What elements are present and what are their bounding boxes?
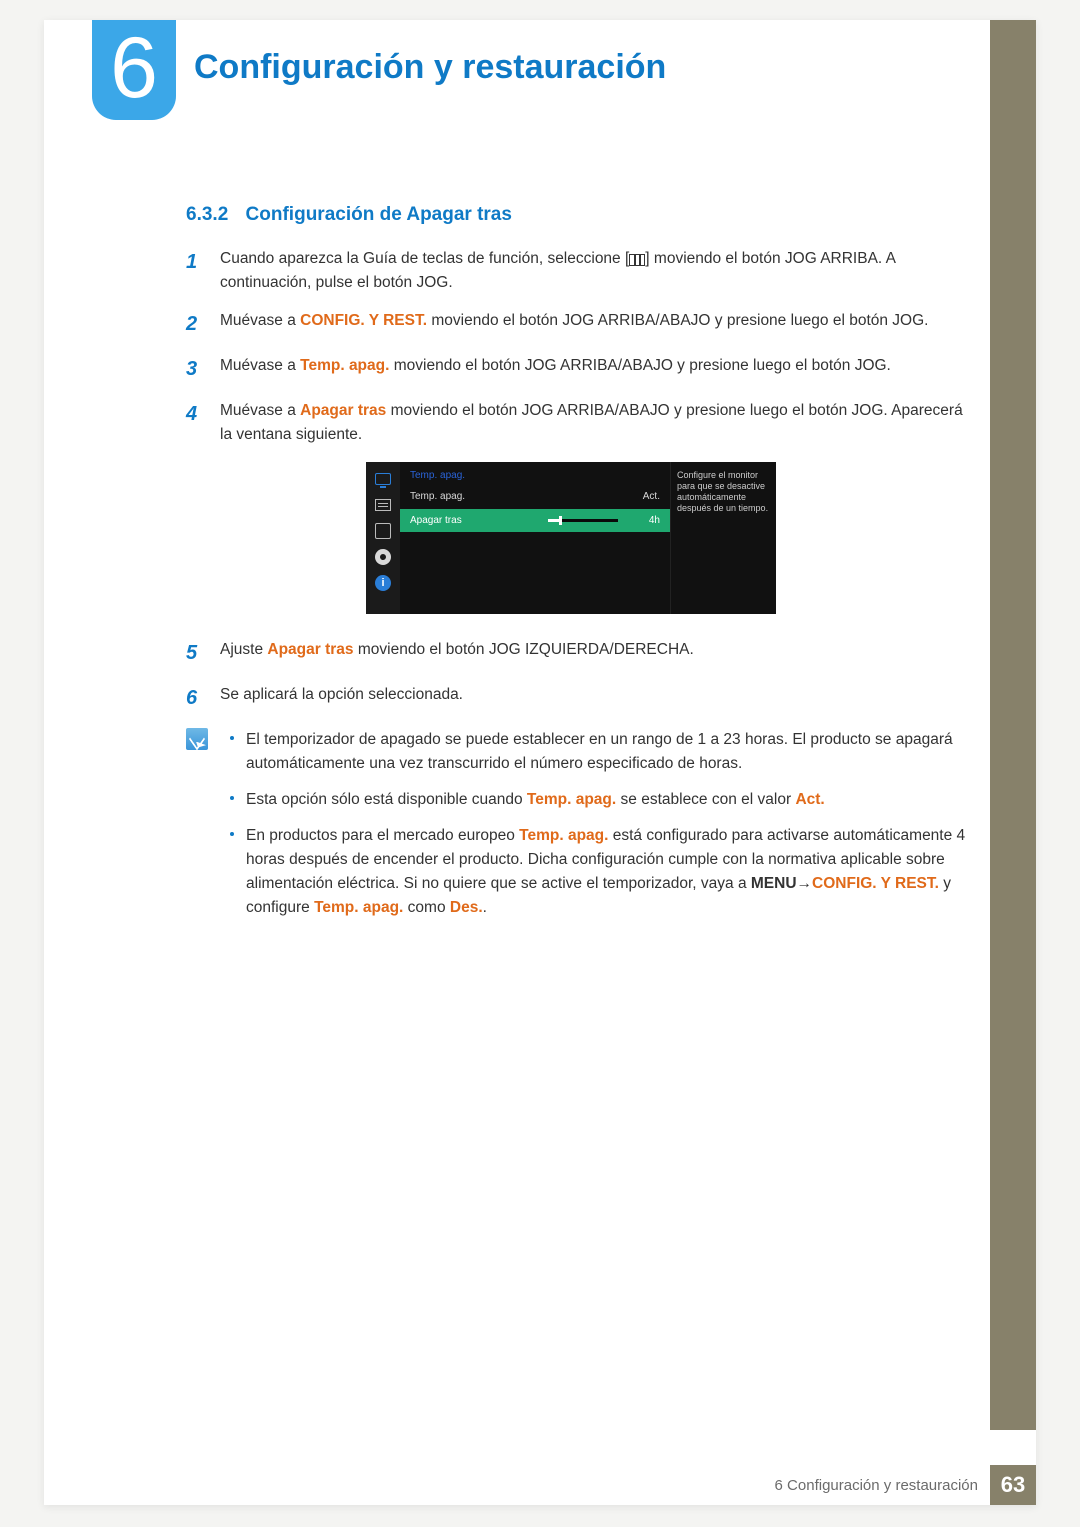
gear-icon — [374, 548, 392, 566]
page-number: 63 — [990, 1465, 1036, 1505]
step-3: 3 Muévase a Temp. apag. moviendo el botó… — [186, 354, 966, 385]
text-fragment: Muévase a — [220, 357, 300, 374]
step-text: Muévase a Apagar tras moviendo el botón … — [220, 399, 966, 447]
info-icon: i — [374, 574, 392, 592]
highlight: Des. — [450, 899, 483, 916]
step-5: 5 Ajuste Apagar tras moviendo el botón J… — [186, 638, 966, 669]
osd-row-value: Act. — [626, 489, 660, 505]
note-block: El temporizador de apagado se puede esta… — [186, 728, 966, 932]
text-fragment: moviendo el botón JOG ARRIBA/ABAJO y pre… — [389, 357, 890, 374]
highlight: Temp. apag. — [300, 357, 389, 374]
text-fragment: Muévase a — [220, 402, 300, 419]
footer: 6 Configuración y restauración 63 — [775, 1465, 1036, 1505]
osd-row-temp-apag: Temp. apag. Act. — [400, 485, 670, 509]
text-fragment: Ajuste — [220, 641, 267, 658]
text-fragment: En productos para el mercado europeo — [246, 827, 519, 844]
text-fragment: moviendo el botón JOG IZQUIERDA/DERECHA. — [354, 641, 694, 658]
bold: MENU — [751, 875, 797, 892]
chapter-number: 6 — [110, 20, 158, 116]
menu-icon — [629, 254, 645, 266]
osd-row-value: 4h — [626, 513, 660, 529]
step-1: 1 Cuando aparezca la Guía de teclas de f… — [186, 247, 966, 295]
footer-title: 6 Configuración y restauración — [775, 1477, 978, 1494]
note-list: El temporizador de apagado se puede esta… — [228, 728, 966, 932]
step-number: 5 — [186, 638, 220, 669]
osd-sidebar-icons: i — [366, 462, 400, 614]
osd-slider — [548, 519, 618, 522]
step-text: Ajuste Apagar tras moviendo el botón JOG… — [220, 638, 966, 669]
content-area: 6.3.2 Configuración de Apagar tras 1 Cua… — [186, 200, 966, 932]
highlight: CONFIG. Y REST. — [812, 875, 939, 892]
note-item: El temporizador de apagado se puede esta… — [228, 728, 966, 776]
arrows-icon — [374, 522, 392, 540]
step-text: Muévase a Temp. apag. moviendo el botón … — [220, 354, 966, 385]
step-4: 4 Muévase a Apagar tras moviendo el botó… — [186, 399, 966, 447]
section-number: 6.3.2 — [186, 204, 228, 225]
note-item: Esta opción sólo está disponible cuando … — [228, 788, 966, 812]
highlight: Temp. apag. — [519, 827, 608, 844]
step-number: 6 — [186, 683, 220, 714]
highlight: Apagar tras — [300, 402, 386, 419]
side-stripe — [990, 20, 1036, 1430]
osd-screenshot: i Temp. apag. Temp. apag. Act. Apagar tr… — [366, 462, 776, 614]
osd-row-label: Temp. apag. — [410, 489, 626, 505]
step-number: 2 — [186, 309, 220, 340]
highlight: Temp. apag. — [527, 791, 616, 808]
chapter-title: Configuración y restauración — [194, 48, 666, 87]
page: 6 Configuración y restauración 6.3.2 Con… — [44, 20, 1036, 1505]
highlight: Apagar tras — [267, 641, 353, 658]
highlight: Temp. apag. — [314, 899, 403, 916]
section-heading: 6.3.2 Configuración de Apagar tras — [186, 200, 966, 229]
step-text: Muévase a CONFIG. Y REST. moviendo el bo… — [220, 309, 966, 340]
osd-row-apagar-tras: Apagar tras 4h — [400, 509, 670, 533]
osd-row-label: Apagar tras — [410, 513, 548, 529]
text-fragment: Cuando aparezca la Guía de teclas de fun… — [220, 250, 629, 267]
step-2: 2 Muévase a CONFIG. Y REST. moviendo el … — [186, 309, 966, 340]
text-fragment: como — [403, 899, 450, 916]
text-fragment: Muévase a — [220, 312, 300, 329]
step-text: Se aplicará la opción seleccionada. — [220, 683, 966, 714]
osd-main: Temp. apag. Temp. apag. Act. Apagar tras… — [400, 462, 670, 614]
note-icon — [186, 728, 208, 750]
step-6: 6 Se aplicará la opción seleccionada. — [186, 683, 966, 714]
list-icon — [374, 496, 392, 514]
text-fragment: . — [483, 899, 487, 916]
text-fragment: Esta opción sólo está disponible cuando — [246, 791, 527, 808]
step-number: 4 — [186, 399, 220, 447]
chapter-badge: 6 — [92, 20, 176, 120]
step-text: Cuando aparezca la Guía de teclas de fun… — [220, 247, 966, 295]
section-title: Configuración de Apagar tras — [246, 204, 512, 225]
highlight: Act. — [795, 791, 824, 808]
highlight: CONFIG. Y REST. — [300, 312, 427, 329]
text-fragment: moviendo el botón JOG ARRIBA/ABAJO y pre… — [427, 312, 928, 329]
step-number: 3 — [186, 354, 220, 385]
monitor-icon — [374, 470, 392, 488]
text-fragment: se establece con el valor — [616, 791, 795, 808]
osd-header: Temp. apag. — [400, 462, 670, 486]
arrow-icon: → — [797, 872, 813, 896]
osd-help-text: Configure el monitor para que se desacti… — [670, 462, 776, 614]
note-item: En productos para el mercado europeo Tem… — [228, 824, 966, 920]
step-number: 1 — [186, 247, 220, 295]
